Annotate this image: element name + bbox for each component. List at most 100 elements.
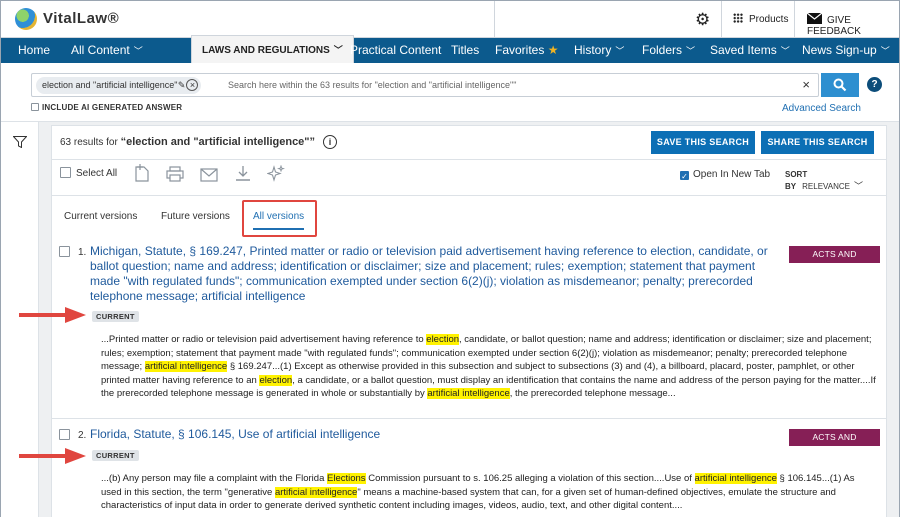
search-area: election and "artificial intelligence" ✎… bbox=[1, 63, 899, 121]
snippet-text: , the prerecorded telephone message... bbox=[509, 388, 676, 399]
chevron-down-icon: ﹀ bbox=[880, 46, 890, 56]
open-in-new-tab-checkbox[interactable]: ✓ bbox=[680, 171, 689, 181]
sort-by[interactable]: SORT BY RELEVANCE ﹀ bbox=[785, 170, 886, 192]
chevron-down-icon: ﹀ bbox=[686, 46, 696, 56]
nav-saved-items[interactable]: Saved Items ﹀ bbox=[710, 38, 790, 63]
snippet-highlight: artificial intelligence bbox=[427, 388, 510, 399]
search-button[interactable] bbox=[821, 73, 859, 97]
open-in-new-tab[interactable]: ✓ Open In New Tab bbox=[680, 169, 771, 181]
ai-answer-label: INCLUDE AI GENERATED ANSWER bbox=[42, 103, 183, 112]
result-snippet: ...(b) Any person may file a complaint w… bbox=[101, 472, 877, 513]
clear-icon[interactable]: × bbox=[802, 77, 810, 92]
query-chip[interactable]: election and "artificial intelligence" ✎… bbox=[36, 77, 202, 94]
snippet-highlight: election bbox=[426, 334, 460, 345]
tab-current-versions[interactable]: Current versions bbox=[64, 211, 137, 222]
nav-laws-regulations[interactable]: LAWS AND REGULATIONS ﹀ bbox=[191, 35, 354, 63]
download-icon[interactable] bbox=[235, 165, 251, 182]
status-badge: CURRENT bbox=[92, 450, 139, 461]
nav-news-signup[interactable]: News Sign-up ﹀ bbox=[802, 38, 890, 63]
ai-sparkle-icon[interactable] bbox=[267, 165, 285, 182]
select-all[interactable]: Select All bbox=[60, 167, 117, 179]
results-count-prefix: 63 results for bbox=[60, 137, 121, 148]
result-title-link[interactable]: Michigan, Statute, § 169.247, Printed ma… bbox=[90, 244, 780, 304]
give-feedback-button[interactable]: GIVE FEEDBACK bbox=[806, 12, 899, 37]
select-all-label: Select All bbox=[76, 168, 118, 179]
search-icon bbox=[833, 78, 847, 92]
snippet-highlight: artificial intelligence bbox=[144, 361, 228, 372]
divider bbox=[52, 195, 886, 196]
results-panel: 63 results for “election and "artificial… bbox=[51, 125, 887, 517]
document-type-badge: ACTS AND STATUTES bbox=[789, 246, 880, 276]
annotation-arrow-icon bbox=[19, 307, 86, 323]
products-label: Products bbox=[749, 14, 789, 25]
add-document-icon[interactable] bbox=[135, 164, 149, 182]
snippet-text: ...Printed matter or radio or television… bbox=[101, 334, 427, 345]
divider bbox=[52, 418, 886, 419]
chevron-down-icon: ﹀ bbox=[133, 46, 143, 56]
result-title-link[interactable]: Florida, Statute, § 106.145, Use of arti… bbox=[90, 427, 780, 442]
nav-all-content[interactable]: All Content ﹀ bbox=[71, 38, 143, 63]
open-in-new-tab-label: Open In New Tab bbox=[693, 169, 771, 180]
chevron-down-icon: ﹀ bbox=[615, 46, 625, 56]
main-nav: Home All Content ﹀ LAWS AND REGULATIONS ﹀ … bbox=[1, 35, 899, 63]
divider bbox=[52, 159, 886, 160]
nav-news-label: News Sign-up bbox=[802, 43, 877, 57]
chevron-down-icon: ﹀ bbox=[333, 45, 343, 55]
info-icon[interactable]: i bbox=[323, 135, 338, 149]
result-checkbox[interactable] bbox=[59, 246, 70, 257]
results-query: “election and "artificial intelligence"” bbox=[120, 136, 316, 148]
result-number: 2. bbox=[78, 430, 87, 441]
result-snippet: ...Printed matter or radio or television… bbox=[101, 333, 877, 401]
snippet-highlight: Elections bbox=[327, 473, 366, 484]
nav-history-label: History bbox=[574, 43, 612, 57]
snippet-highlight: artificial intelligence bbox=[694, 473, 777, 484]
topbar-divider bbox=[494, 1, 495, 38]
nav-practical-label: Practical Content bbox=[350, 43, 442, 57]
filter-icon[interactable] bbox=[13, 136, 27, 148]
products-button[interactable]: Products bbox=[733, 13, 788, 25]
email-icon[interactable] bbox=[200, 167, 218, 182]
nav-saved-label: Saved Items bbox=[710, 43, 777, 57]
brand-name[interactable]: VitalLaw® bbox=[43, 10, 119, 27]
topbar-divider bbox=[721, 1, 722, 38]
nav-all-content-label: All Content bbox=[71, 43, 130, 57]
save-search-button[interactable]: SAVE THIS SEARCH bbox=[651, 131, 755, 154]
print-icon[interactable] bbox=[166, 166, 184, 182]
nav-home[interactable]: Home bbox=[18, 38, 50, 63]
chevron-down-icon: ﹀ bbox=[854, 181, 864, 191]
envelope-icon bbox=[806, 12, 823, 24]
nav-folders[interactable]: Folders ﹀ bbox=[642, 38, 695, 63]
pencil-icon[interactable]: ✎ bbox=[178, 77, 186, 94]
share-search-button[interactable]: SHARE THIS SEARCH bbox=[761, 131, 874, 154]
document-type-badge: ACTS AND STATUTES bbox=[789, 429, 880, 459]
help-icon[interactable]: ? bbox=[867, 77, 882, 92]
nav-home-label: Home bbox=[18, 43, 51, 57]
query-chip-label: election and "artificial intelligence" bbox=[42, 80, 178, 90]
search-input[interactable]: Search here within the 63 results for "e… bbox=[228, 80, 516, 90]
advanced-search-link[interactable]: Advanced Search bbox=[782, 103, 861, 114]
version-tabs: Current versions Future versions All ver… bbox=[52, 204, 886, 238]
nav-practical-content[interactable]: Practical Content bbox=[350, 38, 441, 63]
nav-favorites[interactable]: Favorites ★ bbox=[495, 38, 558, 63]
nav-titles[interactable]: Titles bbox=[451, 38, 479, 63]
snippet-highlight: artificial intelligence bbox=[274, 486, 358, 498]
nav-folders-label: Folders bbox=[642, 43, 683, 57]
chip-close-icon[interactable]: × bbox=[186, 79, 199, 91]
vitallaw-logo-icon[interactable] bbox=[15, 8, 37, 30]
select-all-checkbox[interactable] bbox=[60, 167, 71, 178]
nav-laws-label: LAWS AND REGULATIONS bbox=[202, 45, 330, 56]
snippet-text: Commission pursuant to s. 106.25 allegin… bbox=[365, 473, 695, 484]
chevron-down-icon: ﹀ bbox=[780, 46, 790, 56]
tab-future-versions[interactable]: Future versions bbox=[161, 211, 230, 222]
ai-answer-checkbox[interactable] bbox=[31, 103, 39, 111]
star-icon: ★ bbox=[547, 43, 559, 57]
search-box[interactable]: election and "artificial intelligence" ✎… bbox=[31, 73, 819, 97]
result-checkbox[interactable] bbox=[59, 429, 70, 440]
nav-history[interactable]: History ﹀ bbox=[574, 38, 624, 63]
ai-answer-toggle[interactable]: INCLUDE AI GENERATED ANSWER bbox=[31, 103, 182, 112]
snippet-highlight: election bbox=[259, 374, 293, 386]
nav-titles-label: Titles bbox=[451, 43, 480, 57]
sort-value: RELEVANCE bbox=[802, 182, 850, 191]
gear-icon[interactable]: ⚙ bbox=[695, 10, 710, 30]
status-badge: CURRENT bbox=[92, 311, 139, 322]
